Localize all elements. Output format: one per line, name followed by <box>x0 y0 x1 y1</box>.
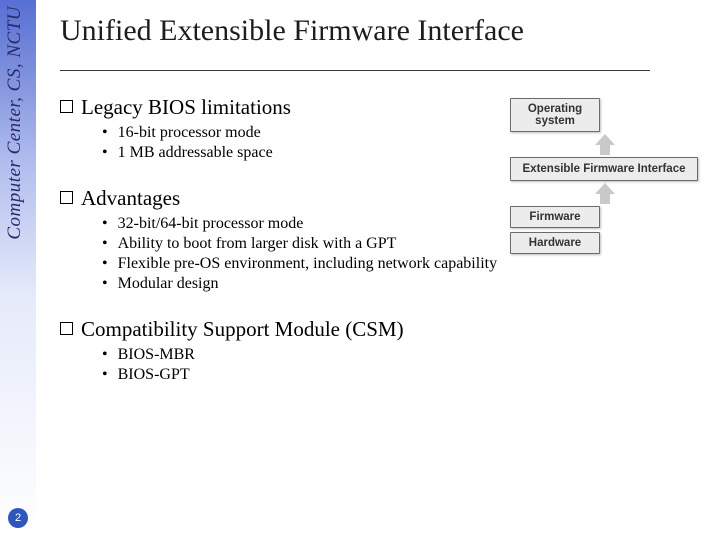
page-number-badge: 2 <box>8 508 28 528</box>
list-item: BIOS-MBR <box>102 346 708 364</box>
arrow-up-icon <box>595 134 615 156</box>
slide-title: Unified Extensible Firmware Interface <box>60 14 708 48</box>
square-bullet-icon <box>60 100 73 113</box>
list-item: BIOS-GPT <box>102 366 708 384</box>
sidebar-affiliation: Computer Center, CS, NCTU <box>4 6 26 240</box>
list-item: Modular design <box>102 275 708 293</box>
section-heading-text: Compatibility Support Module (CSM) <box>81 317 404 342</box>
diagram-layer-efi: Extensible Firmware Interface <box>510 157 698 181</box>
diagram-layer-os: Operating system <box>510 98 600 132</box>
list-item: Flexible pre-OS environment, including n… <box>102 255 708 273</box>
section-heading-text: Legacy BIOS limitations <box>81 95 291 120</box>
slide: Computer Center, CS, NCTU 2 Unified Exte… <box>0 0 720 540</box>
square-bullet-icon <box>60 322 73 335</box>
section-heading-2: Compatibility Support Module (CSM) <box>60 317 708 342</box>
section-heading-text: Advantages <box>81 186 180 211</box>
arrow-up-icon <box>595 183 615 205</box>
diagram-layer-firmware: Firmware <box>510 206 600 228</box>
title-underline <box>60 70 650 71</box>
layer-diagram: Operating system Extensible Firmware Int… <box>510 98 700 254</box>
section-2-bullets: BIOS-MBR BIOS-GPT <box>102 346 708 384</box>
diagram-stack: Operating system Extensible Firmware Int… <box>510 98 700 254</box>
square-bullet-icon <box>60 191 73 204</box>
left-sidebar: Computer Center, CS, NCTU 2 <box>0 0 36 540</box>
page-number: 2 <box>15 512 21 524</box>
diagram-layer-hardware: Hardware <box>510 232 600 254</box>
